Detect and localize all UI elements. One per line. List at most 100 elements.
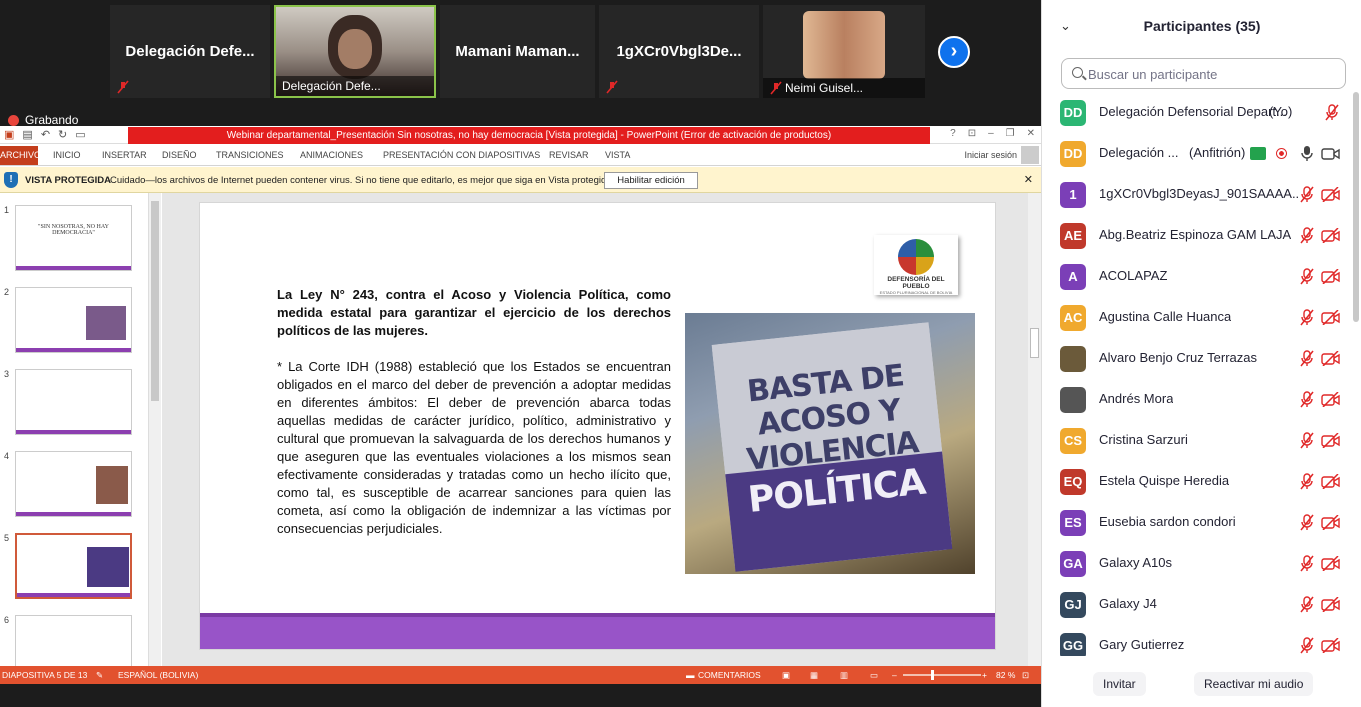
scroll-thumb[interactable] [151, 201, 159, 401]
zoom-level[interactable]: 82 % [996, 670, 1015, 680]
video-tile[interactable]: Delegación Defe... [110, 5, 270, 98]
current-slide[interactable]: La Ley N° 243, contra el Acoso y Violenc… [199, 202, 996, 650]
participant-row[interactable]: DD Delegación Defensorial Depart... (Yo) [1042, 92, 1352, 133]
participant-row[interactable]: A ACOLAPAZ [1042, 256, 1352, 297]
tab-animaciones[interactable]: ANIMACIONES [300, 150, 363, 160]
video-off-icon[interactable] [1321, 637, 1340, 654]
participant-scrollbar[interactable] [1352, 92, 1360, 656]
video-off-icon[interactable] [1321, 227, 1340, 244]
participant-row[interactable]: AE Abg.Beatriz Espinoza GAM LAJA [1042, 215, 1352, 256]
video-off-icon[interactable] [1321, 514, 1340, 531]
participant-row[interactable]: EQ Estela Quispe Heredia [1042, 461, 1352, 502]
reading-view-icon[interactable]: ▥ [840, 670, 848, 681]
close-warning-button[interactable]: ✕ [1024, 173, 1033, 186]
tab-archivo[interactable]: ARCHIVO [0, 146, 41, 165]
video-off-icon[interactable] [1321, 473, 1340, 490]
muted-mic-icon[interactable] [1324, 104, 1340, 121]
video-off-icon[interactable] [1321, 186, 1340, 203]
video-off-icon[interactable] [1321, 268, 1340, 285]
participant-row[interactable]: CS Cristina Sarzuri [1042, 420, 1352, 461]
muted-mic-icon[interactable] [1299, 514, 1315, 531]
fit-slide-icon[interactable]: ⊡ [1022, 670, 1029, 681]
muted-mic-icon[interactable] [1299, 555, 1315, 572]
user-avatar-icon[interactable] [1021, 146, 1039, 164]
minimize-button[interactable]: – [988, 128, 994, 139]
participant-row[interactable]: AC Agustina Calle Huanca [1042, 297, 1352, 338]
participant-search[interactable] [1061, 58, 1346, 89]
video-off-icon[interactable] [1321, 391, 1340, 408]
zoom-thumb[interactable] [931, 670, 934, 680]
language-indicator[interactable]: ESPAÑOL (BOLIVIA) [118, 670, 198, 680]
muted-mic-icon[interactable] [1299, 391, 1315, 408]
zoom-slider[interactable] [903, 670, 981, 680]
muted-mic-icon[interactable] [1299, 268, 1315, 285]
video-off-icon[interactable] [1321, 432, 1340, 449]
slide-thumbnail[interactable] [15, 369, 132, 435]
participant-row[interactable]: GA Galaxy A10s [1042, 543, 1352, 584]
signin-link[interactable]: Iniciar sesión [964, 150, 1017, 160]
video-tile[interactable]: Neimi Guisel... [763, 5, 925, 98]
tab-vista[interactable]: VISTA [605, 150, 630, 160]
slide-thumbnail[interactable] [15, 287, 132, 353]
muted-mic-icon[interactable] [1299, 637, 1315, 654]
mic-icon[interactable] [1299, 145, 1315, 162]
next-page-button[interactable]: › [938, 36, 970, 68]
comment-icon[interactable]: ▬ [686, 670, 695, 680]
present-icon[interactable]: ▭ [75, 128, 85, 141]
muted-mic-icon[interactable] [1299, 596, 1315, 613]
redo-icon[interactable]: ↻ [58, 128, 67, 141]
slideshow-icon[interactable]: ▭ [870, 670, 878, 681]
close-button[interactable]: ✕ [1027, 128, 1035, 139]
restore-button[interactable]: ❐ [1006, 128, 1015, 139]
muted-mic-icon[interactable] [1299, 186, 1315, 203]
muted-mic-icon[interactable] [1299, 432, 1315, 449]
thumbnail-scrollbar[interactable] [148, 193, 161, 666]
search-input[interactable] [1088, 64, 1338, 84]
scroll-thumb[interactable] [1030, 328, 1039, 358]
participant-row[interactable]: ES Eusebia sardon condori [1042, 502, 1352, 543]
muted-mic-icon[interactable] [1299, 473, 1315, 490]
zoom-in-icon[interactable]: + [982, 670, 987, 680]
participant-row[interactable]: Alvaro Benjo Cruz Terrazas [1042, 338, 1352, 379]
slide-scrollbar[interactable] [1028, 193, 1041, 666]
normal-view-icon[interactable]: ▣ [782, 670, 790, 681]
tab-inicio[interactable]: INICIO [53, 150, 81, 160]
slide-thumbnail[interactable] [15, 451, 132, 517]
muted-mic-icon[interactable] [1299, 309, 1315, 326]
help-button[interactable]: ? [950, 128, 956, 139]
edit-icon[interactable]: ✎ [96, 670, 103, 681]
tab-insertar[interactable]: INSERTAR [102, 150, 147, 160]
tab-presentacion[interactable]: PRESENTACIÓN CON DIAPOSITIVAS [383, 150, 540, 160]
comments-button[interactable]: COMENTARIOS [698, 670, 761, 680]
video-camera-icon[interactable] [1321, 146, 1340, 161]
save-icon[interactable]: ▤ [22, 128, 32, 141]
video-tile[interactable]: Mamani Maman... [440, 5, 595, 98]
zoom-out-icon[interactable]: – [892, 670, 897, 680]
video-off-icon[interactable] [1321, 596, 1340, 613]
tab-revisar[interactable]: REVISAR [549, 150, 589, 160]
participant-row[interactable]: Andrés Mora [1042, 379, 1352, 420]
enable-editing-button[interactable]: Habilitar edición [604, 172, 698, 189]
video-off-icon[interactable] [1321, 350, 1340, 367]
participant-row[interactable]: DD Delegación ... (Anfitrión) [1042, 133, 1352, 174]
recording-indicator[interactable]: Grabando [8, 113, 78, 127]
slide-thumbnail[interactable]: "SIN NOSOTRAS, NO HAY DEMOCRACIA" [15, 205, 132, 271]
participant-row[interactable]: GJ Galaxy J4 [1042, 584, 1352, 625]
slide-thumbnail-selected[interactable] [15, 533, 132, 599]
scroll-thumb[interactable] [1353, 92, 1359, 322]
video-tile[interactable]: 1gXCr0Vbgl3De... [599, 5, 759, 98]
ribbon-display-button[interactable]: ⊡ [968, 128, 976, 139]
participant-row[interactable]: 1 1gXCr0Vbgl3DeyasJ_901SAAAA... [1042, 174, 1352, 215]
slide-thumbnail[interactable] [15, 615, 132, 666]
muted-mic-icon[interactable] [1299, 350, 1315, 367]
unmute-me-button[interactable]: Reactivar mi audio [1194, 672, 1314, 696]
participant-row[interactable]: GG Gary Gutierrez [1042, 625, 1352, 656]
video-off-icon[interactable] [1321, 309, 1340, 326]
undo-icon[interactable]: ↶ [41, 128, 50, 141]
sorter-view-icon[interactable]: ▦ [810, 670, 818, 681]
video-off-icon[interactable] [1321, 555, 1340, 572]
invite-button[interactable]: Invitar [1093, 672, 1146, 696]
tab-transiciones[interactable]: TRANSICIONES [216, 150, 284, 160]
tab-diseno[interactable]: DISEÑO [162, 150, 197, 160]
video-tile-active[interactable]: Delegación Defe... [274, 5, 436, 98]
